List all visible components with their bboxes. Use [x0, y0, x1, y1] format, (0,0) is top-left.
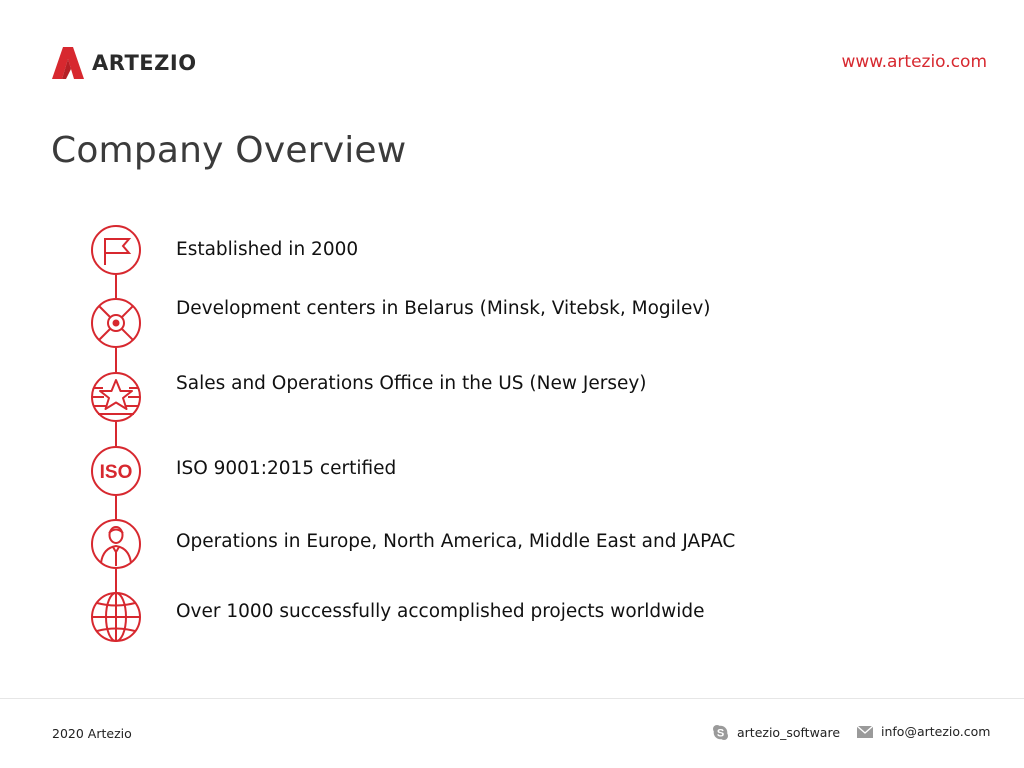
overview-timeline: ISO Established in 2000 Development cent…: [0, 0, 1024, 700]
target-icon: [91, 298, 141, 348]
fact-iso-certified: ISO 9001:2015 certified: [176, 458, 397, 479]
flag-icon: [91, 225, 141, 275]
star-flag-icon: [91, 372, 141, 422]
footer: 2020 Artezio S artezio_software info@art…: [0, 698, 1024, 768]
timeline-graphic: ISO: [91, 225, 141, 642]
svg-text:S: S: [717, 728, 724, 740]
globe-icon: [91, 592, 141, 642]
skype-contact[interactable]: S artezio_software: [712, 724, 840, 741]
iso-icon-label: ISO: [100, 462, 133, 483]
fact-sales-office: Sales and Operations Office in the US (N…: [176, 373, 647, 394]
skype-handle: artezio_software: [737, 725, 841, 740]
fact-operations-regions: Operations in Europe, North America, Mid…: [176, 531, 736, 552]
mail-icon: [857, 725, 873, 738]
email-contact[interactable]: info@artezio.com: [857, 724, 990, 739]
email-address: info@artezio.com: [881, 724, 991, 739]
fact-projects-count: Over 1000 successfully accomplished proj…: [176, 601, 705, 622]
fact-development-centers: Development centers in Belarus (Minsk, V…: [176, 298, 711, 319]
person-icon: [91, 519, 141, 569]
fact-established: Established in 2000: [176, 239, 359, 260]
copyright-text: 2020 Artezio: [52, 726, 132, 741]
iso-icon: ISO: [91, 446, 141, 496]
skype-icon: S: [713, 725, 728, 740]
